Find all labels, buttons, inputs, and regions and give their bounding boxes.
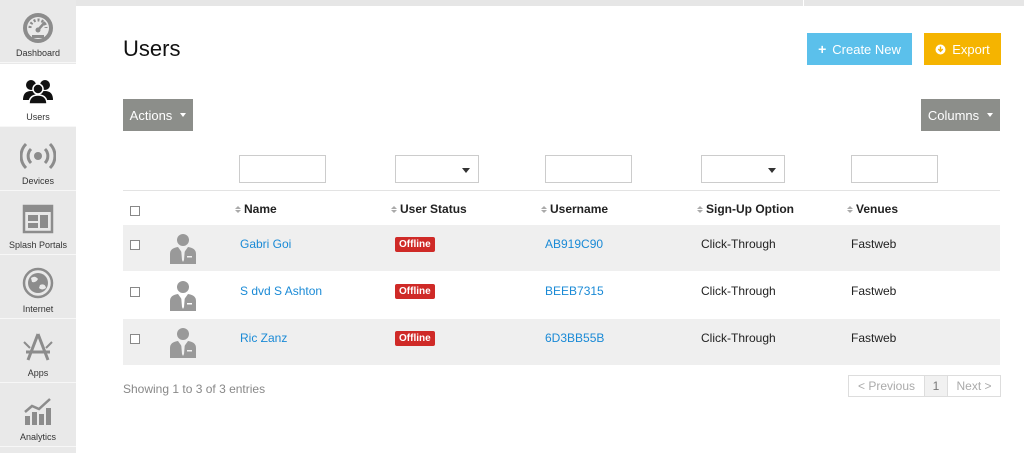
splash-portals-icon <box>22 204 54 234</box>
sidebar-item-label: Internet <box>22 304 54 314</box>
venue: Fastweb <box>851 237 897 251</box>
users-icon <box>23 80 53 105</box>
export-label: Export <box>952 41 990 57</box>
sidebar-item-label: Dashboard <box>15 48 61 58</box>
column-header-label: Venues <box>856 202 899 216</box>
sort-icon <box>391 205 397 213</box>
sidebar-item-splash-portals[interactable]: Splash Portals <box>0 192 76 255</box>
column-header-username[interactable]: Username <box>541 202 608 216</box>
export-icon <box>935 44 946 54</box>
username-filter-input[interactable] <box>545 155 632 183</box>
sort-icon <box>235 205 241 213</box>
user-name-link[interactable]: Ric Zanz <box>240 331 287 345</box>
status-badge: Offline <box>395 237 435 252</box>
user-avatar-icon <box>170 281 196 311</box>
sidebar-item-devices[interactable]: Devices <box>0 128 76 191</box>
select-all-checkbox[interactable] <box>130 206 140 216</box>
column-header-name[interactable]: Name <box>235 202 277 216</box>
signup-option: Click-Through <box>701 284 776 298</box>
actions-dropdown[interactable]: Actions <box>123 99 193 131</box>
venues-filter-input[interactable] <box>851 155 938 183</box>
caret-down-icon <box>987 113 994 117</box>
venue: Fastweb <box>851 331 897 345</box>
analytics-icon <box>24 398 51 425</box>
sort-icon <box>697 205 703 213</box>
sort-icon <box>847 205 853 213</box>
sidebar-item-dashboard[interactable]: Dashboard <box>0 0 76 63</box>
column-header-label: User Status <box>400 202 467 216</box>
user-name-link[interactable]: Gabri Goi <box>240 237 291 251</box>
username-link[interactable]: 6D3BB55B <box>545 331 604 345</box>
row-checkbox[interactable] <box>130 334 140 344</box>
username-link[interactable]: BEEB7315 <box>545 284 604 298</box>
page-title: Users <box>123 36 181 61</box>
dashboard-icon <box>23 13 53 43</box>
column-header-label: Name <box>244 202 277 216</box>
column-header-user-status[interactable]: User Status <box>391 202 467 216</box>
table-info: Showing 1 to 3 of 3 entries <box>123 382 266 396</box>
user-name-link[interactable]: S dvd S Ashton <box>240 284 322 298</box>
row-checkbox[interactable] <box>130 240 140 250</box>
sidebar-item-label: Analytics <box>19 432 56 442</box>
table-row: Ric Zanz Offline 6D3BB55B Click-Through … <box>123 319 1000 365</box>
columns-label: Columns <box>927 107 980 123</box>
table-row: S dvd S Ashton Offline BEEB7315 Click-Th… <box>123 272 1000 318</box>
row-checkbox[interactable] <box>130 287 140 297</box>
sidebar-item-label: Apps <box>27 368 49 378</box>
venue: Fastweb <box>851 284 897 298</box>
sidebar-item-internet[interactable]: Internet <box>0 256 76 319</box>
user-avatar-icon <box>170 328 196 358</box>
name-filter-input[interactable] <box>239 155 326 183</box>
sort-icon <box>541 205 547 213</box>
main-content: Users + Create New Export Actions Column… <box>76 6 1024 453</box>
page-1-button[interactable]: 1 <box>924 375 948 397</box>
caret-down-icon <box>180 113 187 117</box>
sidebar-item-apps[interactable]: Apps <box>0 320 76 383</box>
sidebar: Dashboard Users Devices Splash Portals I… <box>0 0 76 453</box>
table-row: Gabri Goi Offline AB919C90 Click-Through… <box>123 225 1000 271</box>
sidebar-item-label: Users <box>26 112 50 122</box>
export-button[interactable]: Export <box>924 33 1001 65</box>
next-page-button[interactable]: Next > <box>947 375 1001 397</box>
column-header-signup-option[interactable]: Sign-Up Option <box>697 202 794 216</box>
signup-filter-select[interactable] <box>701 155 785 183</box>
sidebar-item-analytics[interactable]: Analytics <box>0 384 76 447</box>
plus-icon: + <box>818 41 827 57</box>
status-badge: Offline <box>395 284 435 299</box>
signup-option: Click-Through <box>701 331 776 345</box>
table-divider <box>123 190 1000 191</box>
actions-label: Actions <box>129 107 173 123</box>
create-new-label: Create New <box>832 41 901 57</box>
columns-dropdown[interactable]: Columns <box>921 99 1000 131</box>
devices-icon <box>20 142 56 170</box>
username-link[interactable]: AB919C90 <box>545 237 603 251</box>
column-header-label: Username <box>550 202 609 216</box>
sidebar-item-label: Devices <box>21 176 54 186</box>
user-avatar-icon <box>170 234 196 264</box>
column-header-venues[interactable]: Venues <box>847 202 898 216</box>
create-new-button[interactable]: + Create New <box>807 33 912 65</box>
apps-icon <box>23 333 53 361</box>
sidebar-item-label: Splash Portals <box>8 240 68 250</box>
previous-page-button[interactable]: < Previous <box>848 375 925 397</box>
status-filter-select[interactable] <box>395 155 479 183</box>
globe-icon <box>22 267 54 299</box>
status-badge: Offline <box>395 331 435 346</box>
signup-option: Click-Through <box>701 237 776 251</box>
column-header-label: Sign-Up Option <box>706 202 794 216</box>
sidebar-item-users[interactable]: Users <box>0 64 76 127</box>
